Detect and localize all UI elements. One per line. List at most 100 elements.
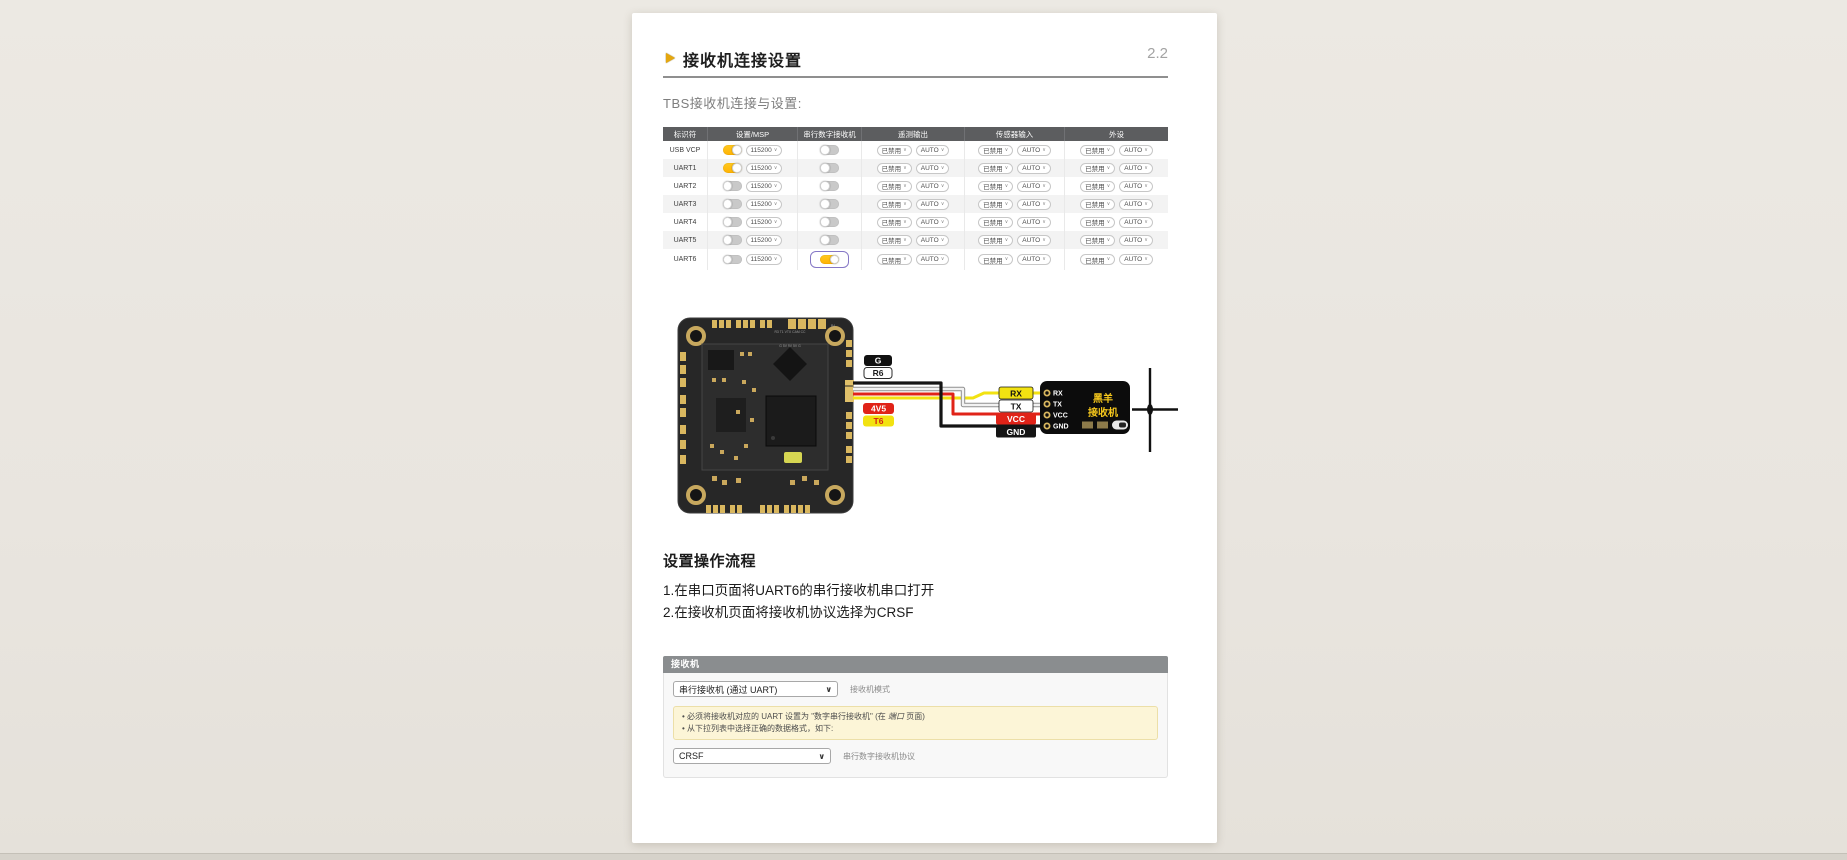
pill-value: 已禁用: [1085, 238, 1105, 245]
serial-rx-toggle[interactable]: [820, 217, 839, 227]
telemetry-baud-select[interactable]: AUTO ∨: [915, 216, 950, 228]
vcc-wire-label: VCC: [1007, 414, 1025, 424]
chevron-down-icon: ∨: [940, 182, 945, 189]
sensor-mode-select[interactable]: 已禁用 ∨: [978, 162, 1014, 174]
receiver-name-line2: 接收机: [1088, 406, 1118, 419]
chevron-down-icon: ∨: [773, 182, 778, 189]
msp-toggle[interactable]: [722, 145, 742, 155]
telemetry-mode-select[interactable]: 已禁用 ∨: [876, 216, 912, 228]
table-cell: [798, 213, 862, 231]
table-cell: UART1: [663, 159, 708, 177]
msp-toggle[interactable]: [722, 163, 742, 173]
sensor-mode-select[interactable]: 已禁用 ∨: [978, 144, 1014, 156]
telemetry-mode-select[interactable]: 已禁用 ∨: [876, 162, 912, 174]
msp-toggle[interactable]: [722, 254, 742, 265]
sensor-baud-select[interactable]: AUTO ∨: [1017, 216, 1051, 228]
pill-value: 已禁用: [1085, 184, 1105, 191]
toggle-knob: [722, 217, 733, 227]
peripherals-mode-select[interactable]: 已禁用 ∨: [1080, 180, 1116, 192]
mount-hole: [686, 485, 706, 505]
silkscreen-text: G 5V 9V 5V G: [779, 344, 801, 348]
telemetry-mode-select[interactable]: 已禁用 ∨: [876, 234, 912, 246]
serial-rx-toggle[interactable]: [820, 145, 839, 155]
msp-baud-select[interactable]: 115200 ∨: [745, 180, 783, 192]
peripherals-mode-select[interactable]: 已禁用 ∨: [1080, 234, 1116, 246]
pill-value: AUTO: [920, 146, 939, 154]
table-cell: 已禁用 ∨ AUTO ∨: [1065, 249, 1168, 270]
msp-toggle[interactable]: [722, 235, 742, 245]
serial-rx-toggle[interactable]: [820, 235, 839, 245]
serial-rx-toggle[interactable]: [820, 181, 839, 191]
msp-toggle[interactable]: [722, 199, 742, 209]
peripherals-baud-select[interactable]: AUTO ∨: [1119, 234, 1153, 246]
sensor-baud-select[interactable]: AUTO ∨: [1017, 144, 1051, 156]
chevron-down-icon: ∨: [1004, 200, 1009, 207]
msp-toggle[interactable]: [722, 181, 742, 191]
msp-baud-select[interactable]: 115200 ∨: [745, 198, 783, 210]
telemetry-mode-select[interactable]: 已禁用 ∨: [876, 198, 912, 210]
page-title: 接收机连接设置: [683, 53, 803, 70]
chevron-down-icon: ∨: [1042, 146, 1046, 153]
mount-hole: [825, 326, 845, 346]
msp-baud-select[interactable]: 115200 ∨: [745, 216, 783, 228]
telemetry-baud-select[interactable]: AUTO ∨: [915, 198, 950, 210]
peripherals-baud-select[interactable]: AUTO ∨: [1119, 198, 1153, 210]
table-row: UART1 115200 ∨ 已禁用 ∨ AUTO ∨ 已禁用 ∨ AUTO ∨ 已禁用 ∨ AUTO ∨: [663, 159, 1168, 177]
sensor-baud-select[interactable]: AUTO ∨: [1017, 180, 1051, 192]
peripherals-baud-select[interactable]: AUTO ∨: [1119, 144, 1153, 156]
telemetry-baud-select[interactable]: AUTO ∨: [915, 234, 950, 246]
sensor-mode-select[interactable]: 已禁用 ∨: [978, 234, 1014, 246]
table-cell: 已禁用 ∨ AUTO ∨: [965, 213, 1065, 231]
table-cell: [798, 177, 862, 195]
table-cell: 115200 ∨: [708, 141, 798, 159]
pill-value: 已禁用: [881, 238, 902, 245]
chevron-down-icon: ∨: [1042, 182, 1046, 189]
sensor-mode-select[interactable]: 已禁用 ∨: [978, 216, 1014, 228]
peripherals-mode-select[interactable]: 已禁用 ∨: [1080, 216, 1116, 228]
peripherals-baud-select[interactable]: AUTO ∨: [1119, 216, 1153, 228]
sensor-mode-select[interactable]: 已禁用 ∨: [978, 254, 1014, 265]
receiver-mode-select[interactable]: 串行接收机 (通过 UART) ∨: [673, 681, 838, 697]
telemetry-baud-select[interactable]: AUTO ∨: [915, 162, 950, 174]
telemetry-mode-select[interactable]: 已禁用 ∨: [876, 254, 912, 265]
peripherals-mode-select[interactable]: 已禁用 ∨: [1080, 162, 1116, 174]
serial-rx-toggle[interactable]: [820, 199, 839, 209]
receiver-pin-tx: TX: [1053, 402, 1062, 409]
sensor-baud-select[interactable]: AUTO ∨: [1017, 234, 1051, 246]
msp-baud-select[interactable]: 115200 ∨: [745, 254, 783, 265]
sensor-mode-select[interactable]: 已禁用 ∨: [978, 198, 1014, 210]
msp-baud-select[interactable]: 115200 ∨: [745, 162, 783, 174]
chevron-down-icon: ∨: [903, 200, 907, 207]
telemetry-baud-select[interactable]: AUTO ∨: [915, 180, 950, 192]
telemetry-mode-select[interactable]: 已禁用 ∨: [876, 180, 912, 192]
peripherals-mode-select[interactable]: 已禁用 ∨: [1080, 254, 1116, 265]
telemetry-baud-select[interactable]: AUTO ∨: [915, 144, 950, 156]
peripherals-baud-select[interactable]: AUTO ∨: [1119, 254, 1153, 265]
peripherals-mode-select[interactable]: 已禁用 ∨: [1080, 144, 1116, 156]
sensor-mode-select[interactable]: 已禁用 ∨: [978, 180, 1014, 192]
table-row: UART4 115200 ∨ 已禁用 ∨ AUTO ∨ 已禁用 ∨ AUTO ∨ 已禁用 ∨ AUTO ∨: [663, 213, 1168, 231]
sensor-baud-select[interactable]: AUTO ∨: [1017, 162, 1051, 174]
msp-toggle[interactable]: [722, 217, 742, 227]
peripherals-baud-select[interactable]: AUTO ∨: [1119, 162, 1153, 174]
table-cell: UART2: [663, 177, 708, 195]
serial-rx-toggle[interactable]: [820, 163, 839, 173]
receiver-switch-knob: [1119, 422, 1126, 428]
toggle-knob: [722, 199, 733, 209]
sensor-baud-select[interactable]: AUTO ∨: [1017, 254, 1051, 265]
chevron-down-icon: ∨: [1144, 236, 1148, 243]
peripherals-mode-select[interactable]: 已禁用 ∨: [1080, 198, 1116, 210]
serial-protocol-select[interactable]: CRSF ∨: [673, 748, 831, 764]
table-cell: 已禁用 ∨ AUTO ∨: [862, 249, 965, 270]
telemetry-mode-select[interactable]: 已禁用 ∨: [876, 144, 912, 156]
msp-baud-select[interactable]: 115200 ∨: [745, 234, 783, 246]
chevron-down-icon: ∨: [1144, 200, 1148, 207]
serial-rx-toggle[interactable]: [820, 254, 839, 265]
pill-value: 已禁用: [881, 202, 902, 209]
table-cell: UART5: [663, 231, 708, 249]
msp-baud-select[interactable]: 115200 ∨: [745, 144, 783, 156]
telemetry-baud-select[interactable]: AUTO ∨: [915, 254, 950, 265]
serial-rx-highlight: [810, 251, 849, 268]
peripherals-baud-select[interactable]: AUTO ∨: [1119, 180, 1153, 192]
sensor-baud-select[interactable]: AUTO ∨: [1017, 198, 1051, 210]
